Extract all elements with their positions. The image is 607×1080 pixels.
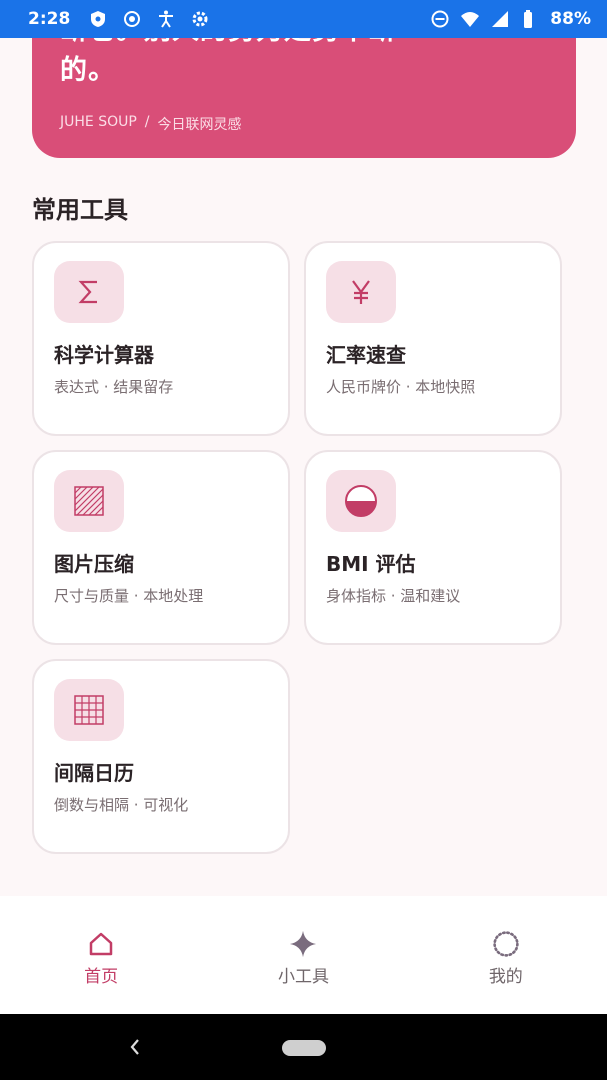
back-chevron-icon[interactable] bbox=[124, 1034, 146, 1060]
shield-icon bbox=[91, 11, 106, 27]
quote-source-separator: / bbox=[144, 114, 150, 130]
quote-source: JUHE SOUP / 今日联网灵感 bbox=[60, 114, 242, 134]
status-time: 2:28 bbox=[28, 9, 71, 29]
status-bar: 2:28 88% bbox=[0, 0, 607, 38]
section-title: 常用工具 bbox=[32, 196, 128, 224]
cell-signal-icon bbox=[492, 11, 509, 27]
grid-calendar-icon bbox=[54, 679, 124, 741]
nav-item-tools[interactable]: 小工具 bbox=[202, 896, 404, 1014]
nav-label-tools: 小工具 bbox=[277, 967, 329, 987]
bottom-nav: 首页 小工具 我的 bbox=[0, 896, 607, 1014]
tool-card-exchange-rate[interactable]: 汇率速查 人民币牌价 · 本地快照 bbox=[304, 241, 562, 436]
home-icon bbox=[87, 930, 115, 958]
tool-name: 科学计算器 bbox=[54, 343, 154, 367]
do-not-disturb-icon bbox=[431, 10, 449, 28]
battery-percent: 88% bbox=[550, 9, 591, 29]
dotted-circle-icon bbox=[492, 930, 520, 958]
tool-name: 间隔日历 bbox=[54, 761, 134, 785]
quote-line-2: 的。 bbox=[60, 55, 116, 86]
half-circle-icon bbox=[326, 470, 396, 532]
settings-gear-icon bbox=[192, 11, 208, 27]
tool-card-interval-calendar[interactable]: 间隔日历 倒数与相隔 · 可视化 bbox=[32, 659, 290, 854]
tool-card-image-compress[interactable]: 图片压缩 尺寸与质量 · 本地处理 bbox=[32, 450, 290, 645]
sigma-icon bbox=[54, 261, 124, 323]
tool-desc: 表达式 · 结果留存 bbox=[54, 378, 174, 396]
home-pill[interactable] bbox=[282, 1040, 326, 1056]
nav-label-mine: 我的 bbox=[488, 967, 523, 987]
tool-card-bmi[interactable]: BMI 评估 身体指标 · 温和建议 bbox=[304, 450, 562, 645]
accessibility-icon bbox=[159, 10, 174, 28]
tool-desc: 尺寸与质量 · 本地处理 bbox=[54, 587, 204, 605]
nav-item-home[interactable]: 首页 bbox=[0, 896, 202, 1014]
hatched-square-icon bbox=[54, 470, 124, 532]
yen-icon bbox=[326, 261, 396, 323]
tool-name: 图片压缩 bbox=[54, 552, 134, 576]
battery-icon bbox=[524, 10, 533, 28]
tool-desc: 身体指标 · 温和建议 bbox=[326, 587, 461, 605]
screen-record-icon bbox=[124, 11, 141, 27]
wifi-icon bbox=[461, 12, 480, 27]
sparkle-icon bbox=[289, 930, 317, 958]
nav-label-home: 首页 bbox=[84, 967, 119, 987]
quote-source-brand: JUHE SOUP bbox=[60, 114, 137, 130]
tool-card-calculator[interactable]: 科学计算器 表达式 · 结果留存 bbox=[32, 241, 290, 436]
system-nav-bar bbox=[0, 1014, 607, 1080]
quote-source-label: 今日联网灵感 bbox=[157, 117, 242, 133]
tool-desc: 倒数与相隔 · 可视化 bbox=[54, 796, 189, 814]
tool-desc: 人民币牌价 · 本地快照 bbox=[326, 378, 476, 396]
tool-name: 汇率速查 bbox=[326, 343, 406, 367]
nav-item-mine[interactable]: 我的 bbox=[405, 896, 607, 1014]
tool-name: BMI 评估 bbox=[326, 552, 416, 576]
